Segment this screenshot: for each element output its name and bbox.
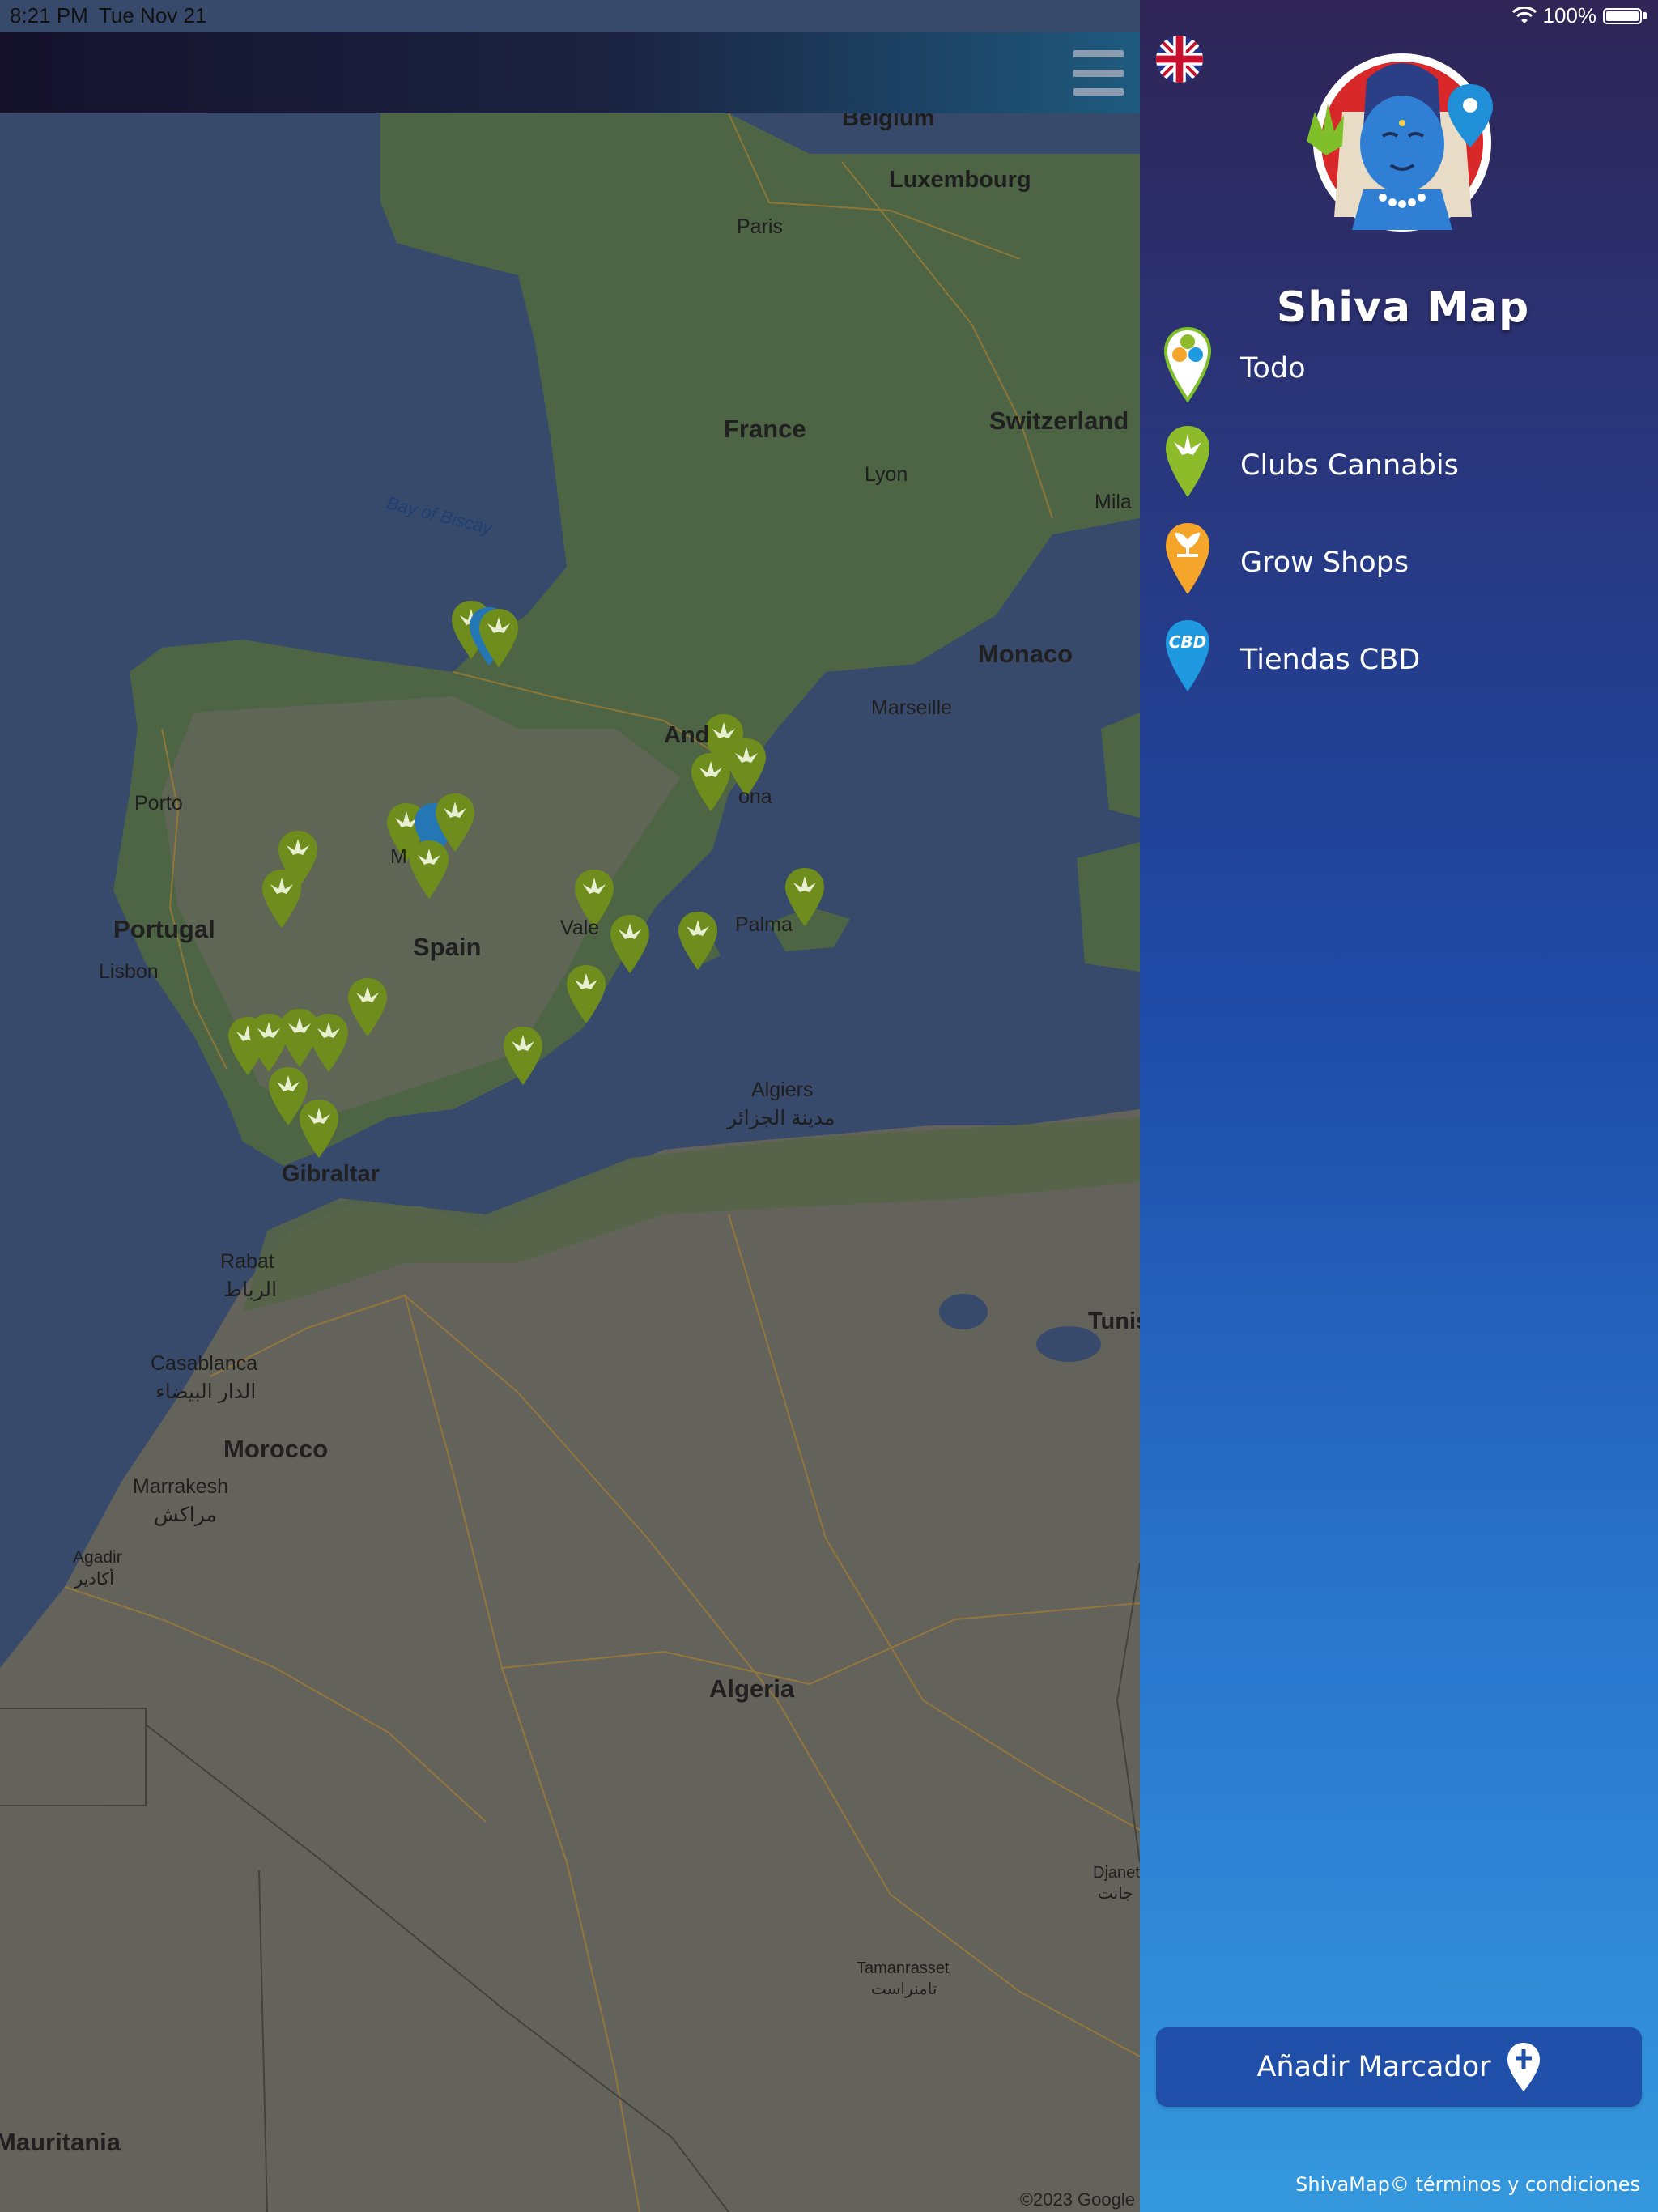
map-label-algiers: Algiers xyxy=(751,1078,814,1101)
add-marker-pin-icon xyxy=(1507,2043,1540,2091)
cbd-badge-text: CBD xyxy=(1169,632,1207,652)
grow-shop-pin-icon xyxy=(1163,518,1213,607)
cbd-shop-pin-icon: CBD xyxy=(1163,615,1213,704)
status-date: Tue Nov 21 xyxy=(99,3,207,28)
map-label-agadir: Agadir xyxy=(73,1548,122,1567)
map-label-morocco: Morocco xyxy=(223,1435,329,1463)
cannabis-club-marker[interactable] xyxy=(261,868,303,929)
cannabis-club-pin-icon xyxy=(1163,421,1213,510)
map-label-marrakesh: Marrakesh xyxy=(133,1475,229,1498)
menu-item-tiendas-cbd[interactable]: CBD Tiendas CBD xyxy=(1163,615,1648,704)
map-label-marseille: Marseille xyxy=(871,696,953,719)
map-label-agadir-ar: أكادير xyxy=(74,1570,115,1589)
battery-icon xyxy=(1603,7,1642,24)
wifi-icon xyxy=(1511,6,1537,23)
terms-footer-link[interactable]: ShivaMap© términos y condiciones xyxy=(1295,2173,1640,2196)
menu-item-grow-shops[interactable]: Grow Shops xyxy=(1163,518,1648,607)
side-drawer: Shiva Map Todo Clubs Cannabis Grow Shops xyxy=(1140,0,1658,2212)
map-label-milan: Mila xyxy=(1095,491,1132,513)
add-marker-button[interactable]: Añadir Marcador xyxy=(1156,2027,1642,2107)
menu-item-todo[interactable]: Todo xyxy=(1163,324,1648,413)
map-view[interactable]: Belgium Luxembourg Paris France Switzerl… xyxy=(0,0,1140,2212)
cannabis-club-marker[interactable] xyxy=(565,963,607,1025)
map-copyright: ©2023 Google xyxy=(1019,2189,1135,2210)
top-bar xyxy=(0,32,1140,113)
map-label-paris: Paris xyxy=(737,215,783,238)
cannabis-club-marker[interactable] xyxy=(690,751,732,813)
status-right: 100% xyxy=(1511,3,1647,28)
map-label-switzerland: Switzerland xyxy=(989,406,1129,435)
map-label-palma: Palma xyxy=(735,913,793,936)
menu-item-clubs-cannabis[interactable]: Clubs Cannabis xyxy=(1163,421,1648,510)
map-label-lisbon: Lisbon xyxy=(99,960,159,983)
hamburger-menu-icon[interactable] xyxy=(1073,50,1124,96)
map-label-marrakesh-ar: مراكش xyxy=(154,1504,217,1526)
shiva-logo-icon xyxy=(1307,53,1493,232)
map-label-portugal: Portugal xyxy=(113,915,215,943)
app-root: Belgium Luxembourg Paris France Switzerl… xyxy=(0,0,1658,2212)
menu-item-label: Clubs Cannabis xyxy=(1240,449,1459,482)
map-label-casablanca-ar: الدار البيضاء xyxy=(155,1380,257,1403)
map-label-monaco: Monaco xyxy=(978,640,1073,668)
shiva-map-logo: Shiva Map xyxy=(1269,47,1537,332)
map-label-valencia: Vale xyxy=(560,917,600,939)
cannabis-club-marker[interactable] xyxy=(677,910,719,972)
menu-item-label: Todo xyxy=(1240,352,1306,385)
map-label-tamanrasset-ar: تامنراست xyxy=(871,1980,937,1998)
uk-flag-icon[interactable] xyxy=(1156,36,1203,83)
map-label-lyon: Lyon xyxy=(865,463,908,486)
map-label-andorra: And xyxy=(664,722,710,748)
map-label-madrid: M xyxy=(390,845,407,868)
status-bar: 8:21 PM Tue Nov 21 100% xyxy=(0,0,1658,32)
cannabis-club-marker[interactable] xyxy=(346,976,389,1038)
battery-percent: 100% xyxy=(1542,3,1597,28)
map-label-algiers-ar: مدينة الجزائر xyxy=(727,1107,835,1129)
map-label-france: France xyxy=(724,415,806,443)
map-label-barcelona: ona xyxy=(738,785,772,808)
map-label-spain: Spain xyxy=(413,933,482,961)
cannabis-club-marker[interactable] xyxy=(298,1098,340,1159)
menu-item-label: Grow Shops xyxy=(1240,547,1409,579)
map-label-gibraltar: Gibraltar xyxy=(282,1161,380,1187)
cannabis-club-marker[interactable] xyxy=(408,839,450,900)
map-label-rabat-ar: الرباط xyxy=(223,1278,278,1301)
cannabis-club-marker[interactable] xyxy=(308,1012,350,1074)
map-canvas[interactable] xyxy=(0,0,1140,2212)
all-categories-pin-icon xyxy=(1163,324,1213,413)
cannabis-club-marker[interactable] xyxy=(478,607,520,669)
map-label-algeria: Algeria xyxy=(709,1674,795,1703)
map-label-luxembourg: Luxembourg xyxy=(889,167,1031,193)
map-label-djanet-ar: جانت xyxy=(1098,1885,1133,1903)
status-time: 8:21 PM xyxy=(10,3,88,28)
map-label-casablanca: Casablanca xyxy=(151,1352,258,1375)
map-label-tunis: Tunis xyxy=(1088,1308,1140,1334)
cannabis-club-marker[interactable] xyxy=(609,913,651,975)
map-label-djanet: Djanet xyxy=(1093,1864,1140,1882)
menu-item-label: Tiendas CBD xyxy=(1240,644,1421,676)
cannabis-club-marker[interactable] xyxy=(502,1025,544,1087)
battery-tip xyxy=(1643,12,1647,19)
add-marker-label: Añadir Marcador xyxy=(1256,2051,1491,2083)
map-label-rabat: Rabat xyxy=(220,1250,274,1273)
map-label-tamanrasset: Tamanrasset xyxy=(857,1959,950,1977)
map-label-porto: Porto xyxy=(134,792,183,815)
map-label-mauritania: Mauritania xyxy=(0,2128,121,2156)
